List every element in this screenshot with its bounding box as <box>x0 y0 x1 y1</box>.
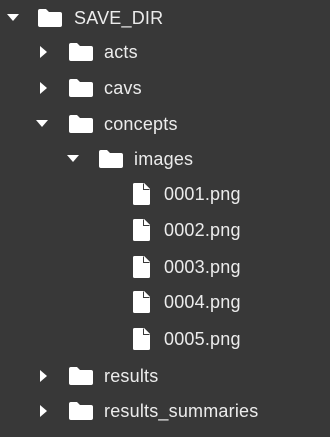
tree-item-file[interactable]: 0001.png <box>0 176 330 212</box>
chevron-right-icon[interactable] <box>33 358 55 394</box>
tree-item-concepts[interactable]: concepts <box>0 106 330 142</box>
tree-item-results[interactable]: results <box>0 358 330 394</box>
file-icon <box>133 212 150 248</box>
tree-item-acts[interactable]: acts <box>0 34 330 70</box>
tree-item-label: 0003.png <box>164 257 241 277</box>
folder-icon <box>69 358 93 394</box>
tree-item-file[interactable]: 0005.png <box>0 321 330 357</box>
tree-item-label: concepts <box>104 114 178 134</box>
tree-item-results-summaries[interactable]: results_summaries <box>0 393 330 429</box>
tree-item-label: 0005.png <box>164 329 241 349</box>
tree-item-label: SAVE_DIR <box>74 8 164 28</box>
tree-item-label: results <box>104 366 159 386</box>
file-icon <box>133 321 150 357</box>
chevron-down-icon[interactable] <box>2 0 24 36</box>
folder-icon <box>99 141 123 177</box>
tree-item-label: images <box>134 149 194 169</box>
file-tree: SAVE_DIR acts cavs concepts images 0001.… <box>0 0 330 437</box>
chevron-right-icon[interactable] <box>33 393 55 429</box>
file-icon <box>133 249 150 285</box>
folder-icon <box>69 34 93 70</box>
tree-item-label: 0004.png <box>164 292 241 312</box>
chevron-right-icon[interactable] <box>33 34 55 70</box>
chevron-down-icon[interactable] <box>31 106 53 142</box>
file-icon <box>133 284 150 320</box>
tree-item-file[interactable]: 0004.png <box>0 284 330 320</box>
folder-icon <box>38 0 62 36</box>
chevron-right-icon[interactable] <box>33 70 55 106</box>
tree-item-label: 0002.png <box>164 220 241 240</box>
folder-icon <box>69 393 93 429</box>
tree-item-save-dir[interactable]: SAVE_DIR <box>0 0 330 36</box>
folder-icon <box>69 106 93 142</box>
tree-item-file[interactable]: 0003.png <box>0 249 330 285</box>
file-icon <box>133 176 150 212</box>
tree-item-file[interactable]: 0002.png <box>0 212 330 248</box>
tree-item-images[interactable]: images <box>0 141 330 177</box>
tree-item-cavs[interactable]: cavs <box>0 70 330 106</box>
tree-item-label: cavs <box>104 78 142 98</box>
tree-item-label: acts <box>104 42 138 62</box>
tree-item-label: 0001.png <box>164 184 241 204</box>
tree-item-label: results_summaries <box>104 401 259 421</box>
chevron-down-icon[interactable] <box>62 141 84 177</box>
folder-icon <box>69 70 93 106</box>
